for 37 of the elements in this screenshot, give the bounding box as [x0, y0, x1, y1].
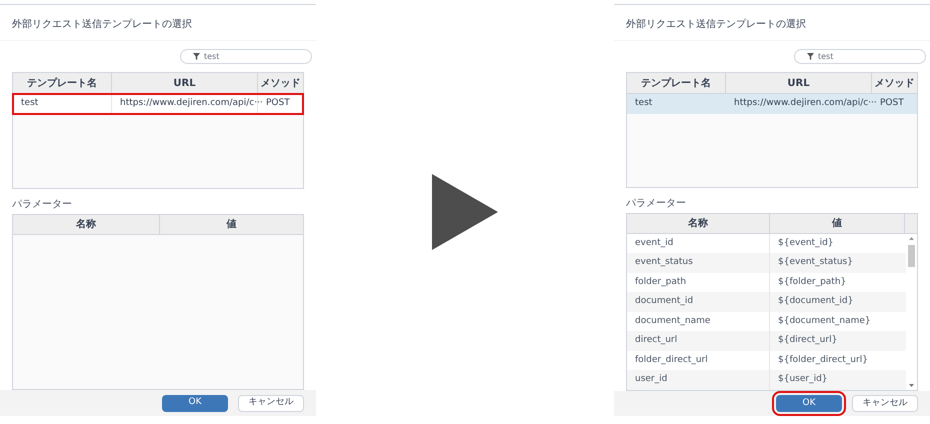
column-header[interactable]: メソッド: [258, 73, 303, 93]
table-cell: test: [627, 94, 726, 114]
template-row[interactable]: test https://www.dejiren.com/api/c··· POST: [13, 94, 303, 114]
filter-field[interactable]: test: [794, 49, 926, 64]
column-header[interactable]: 値: [770, 214, 905, 233]
table-cell-text: ${event_status}: [777, 256, 854, 270]
table-cell-text: ${user_id}: [777, 373, 829, 386]
filter-icon: [807, 53, 814, 60]
ok-button[interactable]: OK: [776, 394, 842, 412]
dialog-title: 外部リクエスト送信テンプレートの選択: [614, 5, 930, 41]
scrollbar[interactable]: [906, 234, 917, 390]
table-cell-text: ${document_id}: [777, 295, 854, 308]
table-cell: user_id: [627, 370, 770, 390]
column-header[interactable]: テンプレート名: [627, 73, 726, 93]
table-cell-text: ${folder_direct_url}: [777, 354, 869, 367]
table-cell-text: ${document_name}: [777, 314, 872, 328]
table-cell: test: [13, 94, 112, 114]
column-header[interactable]: 値: [160, 214, 303, 234]
column-header[interactable]: メソッド: [872, 73, 917, 93]
arrow-icon: [432, 174, 498, 250]
filter-value: test: [818, 52, 834, 60]
section-label: パラメーター: [11, 198, 73, 212]
table-cell-text: ${direct_url}: [777, 334, 838, 348]
column-header[interactable]: 名称: [627, 214, 770, 233]
dialog-title: 外部リクエスト送信テンプレートの選択: [0, 5, 316, 41]
table-cell-text: ${event_id}: [777, 236, 835, 250]
section-label: パラメーター: [625, 196, 687, 211]
template-row[interactable]: test https://www.dejiren.com/api/c··· POST: [627, 94, 917, 114]
filter-icon: [193, 53, 200, 60]
filter-value: test: [204, 52, 220, 60]
table-cell-text: ${folder_path}: [777, 276, 848, 289]
cancel-button[interactable]: キャンセル: [852, 394, 918, 412]
filter-field[interactable]: test: [180, 49, 312, 64]
ok-button[interactable]: OK: [162, 394, 228, 412]
column-header[interactable]: 名称: [13, 214, 160, 234]
column-header[interactable]: URL: [726, 73, 872, 93]
cancel-button[interactable]: キャンセル: [238, 394, 304, 412]
